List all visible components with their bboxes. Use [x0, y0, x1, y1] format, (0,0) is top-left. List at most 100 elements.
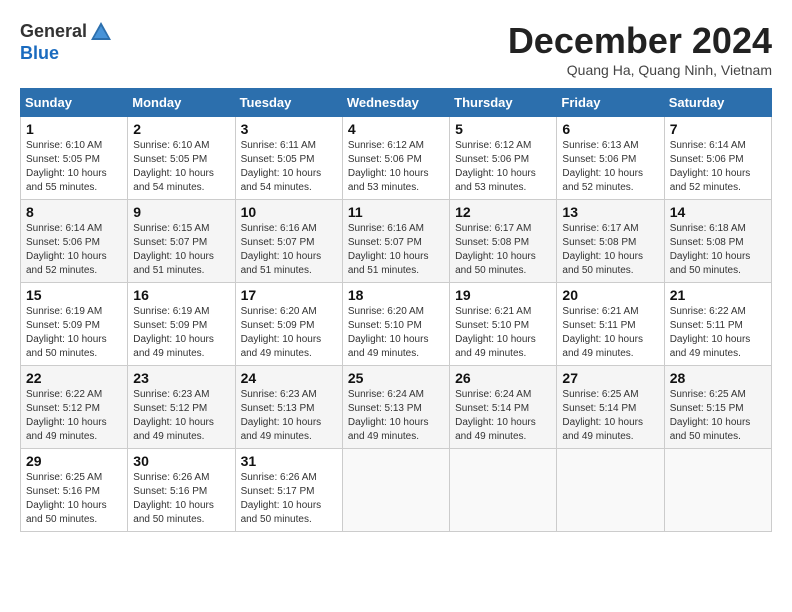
day-info: Sunrise: 6:21 AMSunset: 5:10 PMDaylight:…	[455, 306, 536, 359]
table-row: 10 Sunrise: 6:16 AMSunset: 5:07 PMDaylig…	[235, 200, 342, 283]
day-number: 31	[241, 453, 337, 469]
table-row: 4 Sunrise: 6:12 AMSunset: 5:06 PMDayligh…	[342, 117, 449, 200]
day-info: Sunrise: 6:23 AMSunset: 5:12 PMDaylight:…	[133, 389, 214, 442]
day-info: Sunrise: 6:10 AMSunset: 5:05 PMDaylight:…	[26, 140, 107, 193]
day-info: Sunrise: 6:22 AMSunset: 5:12 PMDaylight:…	[26, 389, 107, 442]
day-info: Sunrise: 6:25 AMSunset: 5:16 PMDaylight:…	[26, 472, 107, 525]
day-number: 25	[348, 370, 444, 386]
logo-icon	[89, 20, 113, 44]
table-row: 14 Sunrise: 6:18 AMSunset: 5:08 PMDaylig…	[664, 200, 771, 283]
day-info: Sunrise: 6:24 AMSunset: 5:14 PMDaylight:…	[455, 389, 536, 442]
table-row: 28 Sunrise: 6:25 AMSunset: 5:15 PMDaylig…	[664, 366, 771, 449]
day-info: Sunrise: 6:16 AMSunset: 5:07 PMDaylight:…	[241, 223, 322, 276]
day-info: Sunrise: 6:12 AMSunset: 5:06 PMDaylight:…	[348, 140, 429, 193]
day-info: Sunrise: 6:25 AMSunset: 5:15 PMDaylight:…	[670, 389, 751, 442]
day-number: 5	[455, 121, 551, 137]
day-number: 9	[133, 204, 229, 220]
calendar-row: 29 Sunrise: 6:25 AMSunset: 5:16 PMDaylig…	[21, 449, 772, 532]
day-info: Sunrise: 6:10 AMSunset: 5:05 PMDaylight:…	[133, 140, 214, 193]
day-info: Sunrise: 6:17 AMSunset: 5:08 PMDaylight:…	[455, 223, 536, 276]
day-info: Sunrise: 6:20 AMSunset: 5:10 PMDaylight:…	[348, 306, 429, 359]
table-row	[450, 449, 557, 532]
day-number: 29	[26, 453, 122, 469]
month-title: December 2024	[508, 20, 772, 62]
table-row: 25 Sunrise: 6:24 AMSunset: 5:13 PMDaylig…	[342, 366, 449, 449]
table-row	[557, 449, 664, 532]
calendar-row: 22 Sunrise: 6:22 AMSunset: 5:12 PMDaylig…	[21, 366, 772, 449]
day-number: 2	[133, 121, 229, 137]
day-number: 13	[562, 204, 658, 220]
table-row: 23 Sunrise: 6:23 AMSunset: 5:12 PMDaylig…	[128, 366, 235, 449]
day-number: 28	[670, 370, 766, 386]
table-row: 13 Sunrise: 6:17 AMSunset: 5:08 PMDaylig…	[557, 200, 664, 283]
col-monday: Monday	[128, 89, 235, 117]
table-row: 17 Sunrise: 6:20 AMSunset: 5:09 PMDaylig…	[235, 283, 342, 366]
day-info: Sunrise: 6:21 AMSunset: 5:11 PMDaylight:…	[562, 306, 643, 359]
table-row: 21 Sunrise: 6:22 AMSunset: 5:11 PMDaylig…	[664, 283, 771, 366]
table-row	[664, 449, 771, 532]
day-number: 8	[26, 204, 122, 220]
col-saturday: Saturday	[664, 89, 771, 117]
logo: General Blue	[20, 20, 113, 64]
day-number: 17	[241, 287, 337, 303]
table-row	[342, 449, 449, 532]
table-row: 1 Sunrise: 6:10 AMSunset: 5:05 PMDayligh…	[21, 117, 128, 200]
table-row: 8 Sunrise: 6:14 AMSunset: 5:06 PMDayligh…	[21, 200, 128, 283]
table-row: 3 Sunrise: 6:11 AMSunset: 5:05 PMDayligh…	[235, 117, 342, 200]
table-row: 27 Sunrise: 6:25 AMSunset: 5:14 PMDaylig…	[557, 366, 664, 449]
table-row: 16 Sunrise: 6:19 AMSunset: 5:09 PMDaylig…	[128, 283, 235, 366]
table-row: 7 Sunrise: 6:14 AMSunset: 5:06 PMDayligh…	[664, 117, 771, 200]
day-number: 22	[26, 370, 122, 386]
day-number: 26	[455, 370, 551, 386]
col-friday: Friday	[557, 89, 664, 117]
day-number: 14	[670, 204, 766, 220]
day-number: 6	[562, 121, 658, 137]
day-number: 24	[241, 370, 337, 386]
table-row: 5 Sunrise: 6:12 AMSunset: 5:06 PMDayligh…	[450, 117, 557, 200]
day-info: Sunrise: 6:26 AMSunset: 5:16 PMDaylight:…	[133, 472, 214, 525]
table-row: 18 Sunrise: 6:20 AMSunset: 5:10 PMDaylig…	[342, 283, 449, 366]
table-row: 15 Sunrise: 6:19 AMSunset: 5:09 PMDaylig…	[21, 283, 128, 366]
table-row: 12 Sunrise: 6:17 AMSunset: 5:08 PMDaylig…	[450, 200, 557, 283]
table-row: 22 Sunrise: 6:22 AMSunset: 5:12 PMDaylig…	[21, 366, 128, 449]
day-info: Sunrise: 6:24 AMSunset: 5:13 PMDaylight:…	[348, 389, 429, 442]
page-header: General Blue December 2024 Quang Ha, Qua…	[20, 20, 772, 78]
table-row: 26 Sunrise: 6:24 AMSunset: 5:14 PMDaylig…	[450, 366, 557, 449]
header-row: Sunday Monday Tuesday Wednesday Thursday…	[21, 89, 772, 117]
col-sunday: Sunday	[21, 89, 128, 117]
day-info: Sunrise: 6:23 AMSunset: 5:13 PMDaylight:…	[241, 389, 322, 442]
day-number: 21	[670, 287, 766, 303]
table-row: 6 Sunrise: 6:13 AMSunset: 5:06 PMDayligh…	[557, 117, 664, 200]
day-info: Sunrise: 6:16 AMSunset: 5:07 PMDaylight:…	[348, 223, 429, 276]
day-info: Sunrise: 6:17 AMSunset: 5:08 PMDaylight:…	[562, 223, 643, 276]
day-number: 4	[348, 121, 444, 137]
day-number: 19	[455, 287, 551, 303]
day-info: Sunrise: 6:19 AMSunset: 5:09 PMDaylight:…	[26, 306, 107, 359]
calendar-row: 1 Sunrise: 6:10 AMSunset: 5:05 PMDayligh…	[21, 117, 772, 200]
day-number: 18	[348, 287, 444, 303]
day-number: 12	[455, 204, 551, 220]
day-info: Sunrise: 6:15 AMSunset: 5:07 PMDaylight:…	[133, 223, 214, 276]
table-row: 24 Sunrise: 6:23 AMSunset: 5:13 PMDaylig…	[235, 366, 342, 449]
table-row: 2 Sunrise: 6:10 AMSunset: 5:05 PMDayligh…	[128, 117, 235, 200]
col-tuesday: Tuesday	[235, 89, 342, 117]
calendar-row: 8 Sunrise: 6:14 AMSunset: 5:06 PMDayligh…	[21, 200, 772, 283]
day-number: 30	[133, 453, 229, 469]
table-row: 20 Sunrise: 6:21 AMSunset: 5:11 PMDaylig…	[557, 283, 664, 366]
table-row: 31 Sunrise: 6:26 AMSunset: 5:17 PMDaylig…	[235, 449, 342, 532]
day-number: 3	[241, 121, 337, 137]
day-number: 23	[133, 370, 229, 386]
table-row: 29 Sunrise: 6:25 AMSunset: 5:16 PMDaylig…	[21, 449, 128, 532]
day-number: 16	[133, 287, 229, 303]
table-row: 30 Sunrise: 6:26 AMSunset: 5:16 PMDaylig…	[128, 449, 235, 532]
day-info: Sunrise: 6:13 AMSunset: 5:06 PMDaylight:…	[562, 140, 643, 193]
logo-general: General	[20, 22, 87, 42]
day-info: Sunrise: 6:18 AMSunset: 5:08 PMDaylight:…	[670, 223, 751, 276]
day-info: Sunrise: 6:19 AMSunset: 5:09 PMDaylight:…	[133, 306, 214, 359]
day-number: 15	[26, 287, 122, 303]
day-info: Sunrise: 6:14 AMSunset: 5:06 PMDaylight:…	[670, 140, 751, 193]
calendar-row: 15 Sunrise: 6:19 AMSunset: 5:09 PMDaylig…	[21, 283, 772, 366]
subtitle: Quang Ha, Quang Ninh, Vietnam	[508, 62, 772, 78]
table-row: 11 Sunrise: 6:16 AMSunset: 5:07 PMDaylig…	[342, 200, 449, 283]
day-number: 10	[241, 204, 337, 220]
